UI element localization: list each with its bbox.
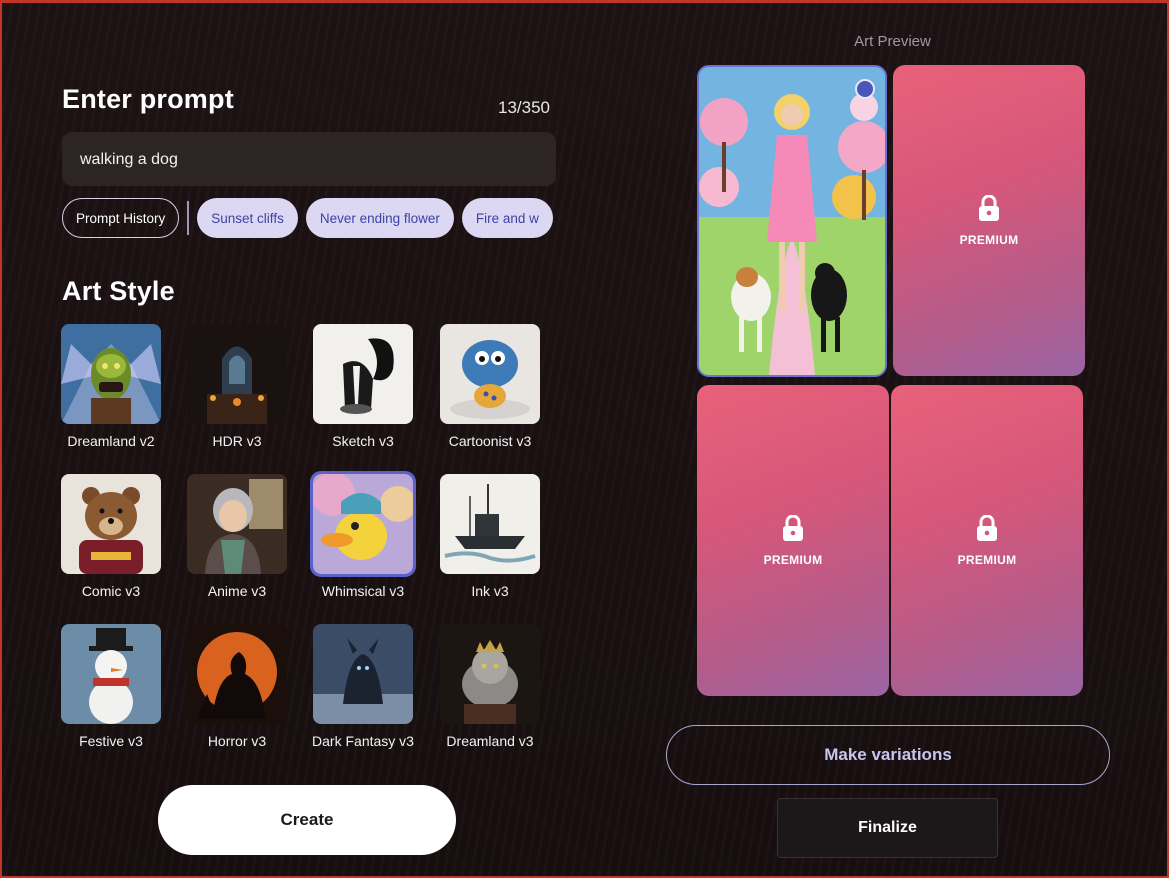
- style-thumbnail: [187, 324, 287, 424]
- prompt-heading: Enter prompt: [62, 84, 234, 114]
- suggestion-chip-never-ending-flower[interactable]: Never ending flower: [305, 198, 454, 238]
- style-sketch-v3[interactable]: Sketch v3: [308, 318, 418, 458]
- chips-divider: [187, 201, 190, 235]
- lock-icon: [978, 194, 1000, 221]
- style-thumbnail: [187, 474, 287, 574]
- preview-card-premium-2[interactable]: PREMIUM: [697, 385, 889, 696]
- style-thumbnail: [313, 624, 413, 724]
- prompt-chips-row: Prompt History Sunset cliffs Never ending …: [62, 198, 557, 242]
- style-label: Horror v3: [207, 733, 267, 749]
- create-button[interactable]: Create: [158, 785, 456, 855]
- style-anime-v3[interactable]: Anime v3: [182, 468, 292, 608]
- preview-card-premium-1[interactable]: PREMIUM: [893, 65, 1085, 376]
- style-label: Festive v3: [79, 733, 143, 749]
- style-thumbnail: [440, 624, 540, 724]
- style-label: HDR v3: [212, 433, 262, 449]
- style-comic-v3[interactable]: Comic v3: [56, 468, 166, 608]
- premium-label: PREMIUM: [957, 552, 1017, 567]
- style-label: Dreamland v2: [67, 433, 155, 449]
- style-thumbnail: [61, 474, 161, 574]
- style-label: Anime v3: [207, 583, 267, 599]
- style-thumbnail: [440, 324, 540, 424]
- style-cartoonist-v3[interactable]: Cartoonist v3: [435, 318, 545, 458]
- style-label: Dark Fantasy v3: [312, 733, 414, 749]
- style-ink-v3[interactable]: Ink v3: [435, 468, 545, 608]
- style-thumbnail-selected: [310, 471, 416, 577]
- style-horror-v3[interactable]: Horror v3: [182, 618, 292, 758]
- style-whimsical-v3[interactable]: Whimsical v3: [308, 468, 418, 608]
- style-thumbnail: [61, 624, 161, 724]
- preview-card-premium-3[interactable]: PREMIUM: [891, 385, 1083, 696]
- style-label: Whimsical v3: [321, 583, 405, 599]
- style-thumbnail: [440, 474, 540, 574]
- style-thumbnail: [187, 624, 287, 724]
- premium-label: PREMIUM: [763, 552, 823, 567]
- prompt-input[interactable]: [78, 132, 542, 188]
- preview-card-main[interactable]: [697, 65, 887, 377]
- style-label: Cartoonist v3: [448, 433, 532, 449]
- suggestion-chip-fire-and-w[interactable]: Fire and w: [461, 198, 553, 238]
- style-dark-fantasy-v3[interactable]: Dark Fantasy v3: [308, 618, 418, 758]
- make-variations-button[interactable]: Make variations: [666, 725, 1110, 785]
- style-dreamland-v3[interactable]: Dreamland v3: [435, 618, 545, 758]
- premium-label: PREMIUM: [959, 232, 1019, 247]
- style-label: Comic v3: [81, 583, 141, 599]
- preview-artwork: [699, 67, 885, 375]
- style-hdr-v3[interactable]: HDR v3: [182, 318, 292, 458]
- prompt-char-counter: 13/350: [498, 98, 550, 117]
- lock-icon: [976, 514, 998, 541]
- suggestion-chip-sunset-cliffs[interactable]: Sunset cliffs: [197, 198, 298, 238]
- art-style-heading: Art Style: [62, 276, 175, 306]
- selection-indicator-icon[interactable]: [855, 79, 875, 99]
- prompt-history-button[interactable]: Prompt History: [62, 198, 180, 238]
- style-label: Ink v3: [471, 583, 509, 599]
- style-dreamland-v2[interactable]: Dreamland v2: [56, 318, 166, 458]
- style-thumbnail: [313, 324, 413, 424]
- style-label: Sketch v3: [332, 433, 394, 449]
- style-thumbnail: [61, 324, 161, 424]
- art-preview-title: Art Preview: [854, 33, 931, 50]
- style-festive-v3[interactable]: Festive v3: [56, 618, 166, 758]
- lock-icon: [782, 514, 804, 541]
- style-label: Dreamland v3: [446, 733, 534, 749]
- finalize-button[interactable]: Finalize: [777, 798, 998, 858]
- prompt-field-wrapper: [62, 132, 556, 188]
